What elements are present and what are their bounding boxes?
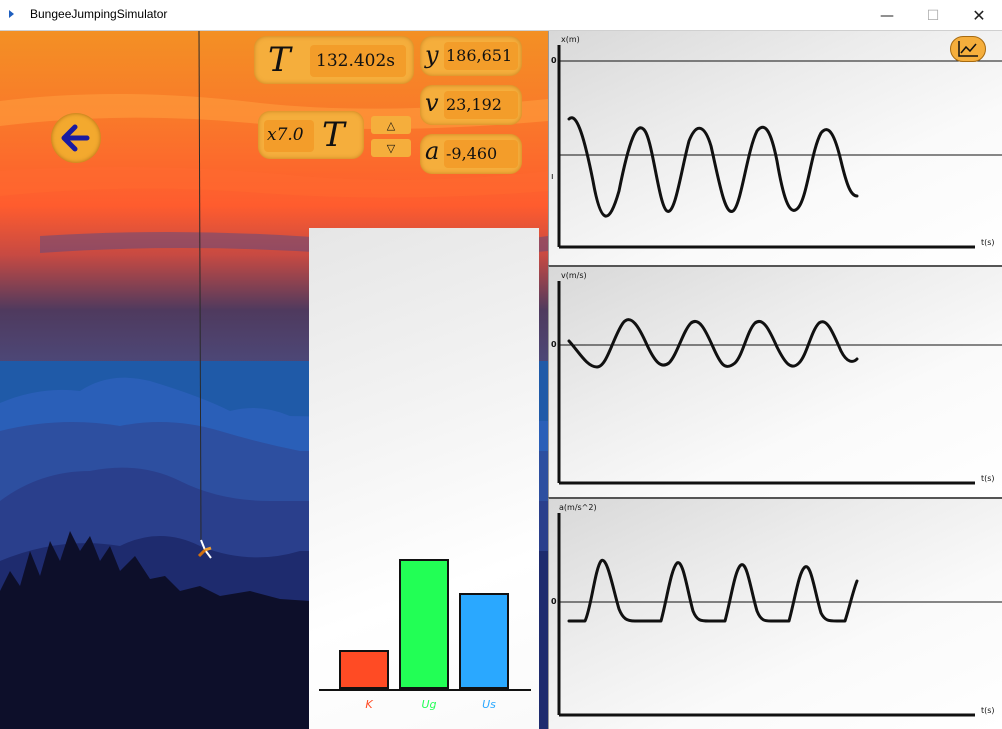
acceleration-y-label: a(m/s^2)	[559, 503, 597, 512]
chart-toggle-button[interactable]	[950, 36, 986, 62]
position-y-label: x(m)	[561, 35, 580, 44]
speed-symbol: T	[322, 115, 345, 155]
title-bar: BungeeJumpingSimulator — ☐ ✕	[0, 0, 1002, 31]
energy-bar-spring	[459, 593, 509, 689]
energy-panel: K Ug Us	[309, 228, 539, 729]
velocity-graph: v(m/s) 0 t(s)	[548, 265, 1002, 497]
y-symbol: y	[425, 41, 439, 69]
a-value: -9,460	[446, 144, 498, 163]
svg-text:ı: ı	[551, 172, 554, 182]
acceleration-curve	[567, 559, 859, 623]
velocity-curve	[567, 318, 859, 369]
acceleration-zero-label: 0	[551, 597, 557, 606]
v-symbol: v	[425, 89, 439, 117]
velocity-y-label: v(m/s)	[561, 271, 587, 280]
energy-label-kinetic: K	[365, 698, 373, 711]
position-readout: y 186,651	[420, 36, 522, 76]
acceleration-graph: a(m/s^2) 0 t(s)	[548, 497, 1002, 729]
energy-label-spring: Us	[482, 698, 496, 711]
position-graph: ı x(m) 0 t(s)	[548, 31, 1002, 265]
v-value: 23,192	[446, 95, 502, 114]
energy-baseline	[319, 689, 531, 691]
line-chart-icon	[958, 41, 978, 57]
energy-bar-kinetic	[339, 650, 389, 689]
minimize-button[interactable]: —	[864, 0, 910, 31]
arrow-left-icon	[61, 124, 90, 152]
a-symbol: a	[425, 137, 440, 165]
speed-down-button[interactable]: ▽	[371, 139, 411, 157]
speed-value: x7.0	[267, 125, 304, 145]
speed-multiplier: x7.0 T	[258, 111, 364, 159]
energy-label-gravitational: Ug	[421, 698, 437, 711]
energy-bar-gravitational	[399, 559, 449, 689]
time-display: T 132.402s	[254, 36, 414, 84]
app-icon	[9, 10, 14, 18]
acceleration-x-label: t(s)	[981, 706, 995, 715]
jumper-icon	[197, 539, 212, 559]
acceleration-readout: a -9,460	[420, 134, 522, 174]
window-title: BungeeJumpingSimulator	[30, 7, 168, 21]
maximize-button[interactable]: ☐	[910, 0, 956, 31]
back-button[interactable]	[51, 113, 101, 163]
velocity-x-label: t(s)	[981, 474, 995, 483]
time-value: 132.402s	[316, 51, 396, 71]
speed-up-button[interactable]: △	[371, 116, 411, 134]
position-curve	[567, 116, 859, 218]
close-button[interactable]: ✕	[956, 0, 1002, 31]
velocity-readout: v 23,192	[420, 85, 522, 125]
velocity-zero-label: 0	[551, 340, 557, 349]
position-zero-label: 0	[551, 56, 557, 65]
position-x-label: t(s)	[981, 238, 995, 247]
time-symbol: T	[268, 40, 291, 80]
y-value: 186,651	[446, 46, 513, 65]
